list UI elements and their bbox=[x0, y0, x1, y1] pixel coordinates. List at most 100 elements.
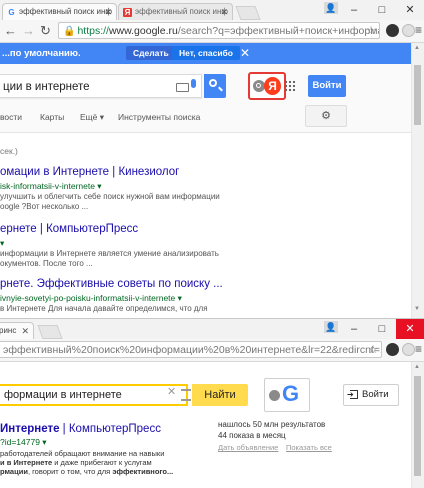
scroll-up-icon[interactable]: ▲ bbox=[414, 45, 420, 51]
bookmark-star-icon[interactable]: ☆ bbox=[366, 23, 376, 38]
tab-google-search[interactable]: Gэффективный поиск инф ✕ bbox=[2, 3, 117, 20]
login-button[interactable]: Войти bbox=[308, 75, 346, 97]
maximize-button[interactable]: □ bbox=[368, 0, 396, 20]
mic-icon[interactable] bbox=[191, 79, 196, 88]
minimize-button[interactable]: – bbox=[340, 0, 368, 20]
find-button[interactable]: Найти bbox=[192, 384, 248, 406]
result-snippet: улучшить и облегчить себе поиск нужной в… bbox=[0, 192, 220, 201]
extension-icon-secondary[interactable] bbox=[402, 343, 415, 356]
result-title[interactable]: Интернете | КомпьютерПресс bbox=[0, 423, 161, 435]
url-path: /search?q=эффективный+поиск+информа bbox=[177, 25, 380, 37]
address-bar[interactable]: эффективный%20поиск%20информации%20в%20и… bbox=[0, 341, 382, 358]
apps-grid-icon[interactable] bbox=[284, 80, 296, 92]
result-title[interactable]: рнете. Эффективные советы по поиску ... bbox=[0, 278, 223, 290]
search-query-text: ции в интернете bbox=[3, 81, 90, 93]
keyboard-icon[interactable] bbox=[176, 83, 189, 92]
google-switch-badge[interactable]: G bbox=[264, 378, 310, 412]
browser-window-google: Gэффективный поиск инф ✕ Яэффективный по… bbox=[0, 0, 424, 318]
search-circle-icon bbox=[269, 390, 280, 401]
result-url[interactable]: ▾ bbox=[0, 238, 4, 249]
back-arrow-icon[interactable]: ← bbox=[4, 23, 17, 39]
tab-close-icon[interactable]: ✕ bbox=[21, 323, 29, 339]
result-title-bold: Интернете bbox=[0, 423, 60, 435]
extension-icon-secondary[interactable] bbox=[402, 24, 415, 37]
snippet-bold: эффективного... bbox=[112, 467, 174, 476]
tab-search-tools[interactable]: Инструменты поиска bbox=[118, 112, 200, 122]
tab-close-icon[interactable]: ✕ bbox=[104, 4, 112, 20]
bookmark-star-icon[interactable]: ☆ bbox=[368, 342, 378, 357]
snippet-bold: рмации bbox=[0, 467, 28, 476]
show-all-link[interactable]: Показать все bbox=[286, 443, 332, 452]
menu-icon[interactable]: ≡ bbox=[415, 342, 422, 356]
tab-more[interactable]: Ещё ▾ bbox=[80, 112, 104, 123]
keyboard-icon[interactable] bbox=[181, 389, 191, 401]
result-title[interactable]: омации в Интернете | Кинезиолог bbox=[0, 166, 179, 178]
result-snippet: работодателей обращают внимание на навык… bbox=[0, 449, 165, 458]
new-tab-button[interactable] bbox=[37, 325, 63, 339]
login-button[interactable]: ➔ Войти bbox=[343, 384, 399, 406]
result-url[interactable]: ?id=14779 ▾ bbox=[0, 437, 47, 448]
banner-close-icon[interactable]: ✕ bbox=[240, 46, 250, 60]
gear-icon: ⚙ bbox=[321, 110, 331, 122]
scrollbar[interactable]: ▲ bbox=[411, 362, 424, 488]
scroll-thumb[interactable] bbox=[414, 376, 421, 476]
search-button[interactable] bbox=[204, 74, 226, 98]
settings-button[interactable]: ⚙ bbox=[305, 105, 347, 127]
yandex-favicon-icon: Я bbox=[123, 8, 132, 17]
address-bar[interactable]: 🔒 https://www.google.ru/search?q=эффектив… bbox=[58, 22, 380, 39]
yandex-header: формации в интернете ✕ Найти G ➔ Войти bbox=[0, 363, 412, 413]
banner-decline-button[interactable]: Нет, спасибо bbox=[172, 46, 240, 60]
search-input[interactable]: ции в интернете bbox=[0, 74, 202, 98]
tab-close-icon[interactable]: ✕ bbox=[220, 4, 228, 20]
clear-search-icon[interactable]: ✕ bbox=[167, 385, 176, 398]
results-count: нашлось 50 млн результатов bbox=[218, 420, 326, 429]
extension-icon[interactable] bbox=[386, 343, 399, 356]
new-tab-button[interactable] bbox=[235, 6, 261, 20]
result-url[interactable]: isk-informatsii-v-internete ▾ bbox=[0, 181, 102, 192]
maximize-button[interactable]: □ bbox=[368, 319, 396, 339]
scroll-thumb[interactable] bbox=[414, 65, 421, 125]
tab-yandex-search[interactable]: Яэффективный поиск инф ✕ bbox=[118, 3, 233, 20]
scroll-down-icon[interactable]: ▼ bbox=[414, 306, 420, 312]
browser-window-yandex: ринс ✕ 👤 – □ ✕ эффективный%20поиск%20инф… bbox=[0, 318, 424, 488]
minimize-button[interactable]: – bbox=[340, 319, 368, 339]
scrollbar[interactable]: ▲ ▼ bbox=[411, 43, 424, 318]
result-snippet: в Интернете Для начала давайте определим… bbox=[0, 304, 208, 313]
url-text: эффективный%20поиск%20информации%20в%20и… bbox=[3, 344, 382, 356]
scroll-up-icon[interactable]: ▲ bbox=[414, 364, 420, 370]
url-scheme: https:// bbox=[77, 25, 109, 37]
result-snippet: информации в Интернете является умение а… bbox=[0, 249, 219, 258]
user-profile-icon[interactable]: 👤 bbox=[324, 321, 338, 333]
tab-maps[interactable]: Карты bbox=[40, 112, 64, 122]
google-logo-icon: G bbox=[282, 381, 300, 406]
tab-title: эффективный поиск инф bbox=[19, 7, 112, 16]
extension-icon[interactable] bbox=[386, 24, 399, 37]
banner-accept-button[interactable]: Сделать bbox=[126, 46, 176, 60]
title-bar: Gэффективный поиск инф ✕ Яэффективный по… bbox=[0, 0, 424, 20]
impressions-count: 44 показа в месяц bbox=[218, 431, 286, 440]
tab-yandex-search[interactable]: ринс ✕ bbox=[0, 322, 34, 339]
place-ad-link[interactable]: Дать объявление bbox=[218, 443, 278, 452]
yandex-switch-badge[interactable]: Я bbox=[248, 72, 286, 100]
title-bar: ринс ✕ 👤 – □ ✕ bbox=[0, 319, 424, 339]
result-snippet: и в Интернете и даже прибегают к услугам bbox=[0, 458, 152, 467]
lock-icon: 🔒 bbox=[63, 26, 76, 37]
user-profile-icon[interactable]: 👤 bbox=[324, 2, 338, 14]
default-search-banner: ...по умолчанию. Сделать Нет, спасибо ✕ bbox=[0, 43, 424, 64]
result-title[interactable]: ернете | КомпьютерПресс bbox=[0, 223, 138, 235]
google-header: ции в интернете Я Войти bbox=[0, 64, 412, 133]
login-label: Войти bbox=[362, 389, 389, 400]
forward-arrow-icon[interactable]: → bbox=[22, 23, 35, 39]
tab-title: эффективный поиск инф bbox=[135, 7, 228, 16]
close-window-button[interactable]: ✕ bbox=[396, 0, 424, 20]
browser-toolbar: ← → ↻ 🔒 https://www.google.ru/search?q=эф… bbox=[0, 20, 424, 43]
result-url[interactable]: ivnyie-sovetyi-po-poisku-informatsii-v-i… bbox=[0, 293, 182, 304]
result-title-rest: | КомпьютерПресс bbox=[59, 423, 161, 435]
reload-icon[interactable]: ↻ bbox=[40, 23, 51, 39]
menu-icon[interactable]: ≡ bbox=[415, 23, 422, 37]
close-window-button[interactable]: ✕ bbox=[396, 319, 424, 339]
search-input[interactable]: формации в интернете bbox=[0, 384, 188, 406]
result-snippet: oogle ?Вот несколько ... bbox=[0, 202, 89, 211]
result-snippet: окументов. После того ... bbox=[0, 259, 93, 268]
tab-news[interactable]: вости bbox=[0, 112, 22, 122]
